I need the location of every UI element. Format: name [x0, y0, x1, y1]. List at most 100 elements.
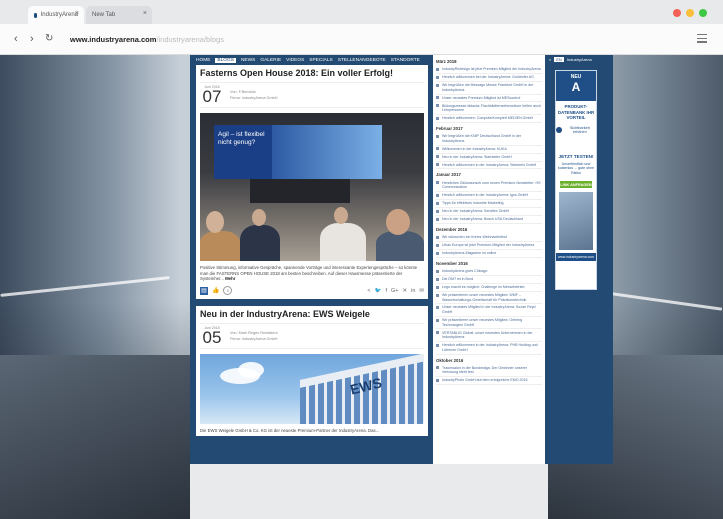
email-icon[interactable]: ✉ — [419, 288, 424, 294]
post-title[interactable]: Neu in der IndustryArena: EWS Weigele — [200, 309, 424, 319]
bullet-icon — [436, 269, 439, 273]
like-icon[interactable]: 👍 — [212, 287, 219, 294]
archive-link[interactable]: Wir wünschen ein frohes Weihnachtsfest — [436, 234, 542, 242]
post-company[interactable]: Firma: IndustryArena GmbH — [230, 95, 277, 101]
bullet-icon — [436, 331, 439, 335]
archive-link[interactable]: Die DMT ist in Bord — [436, 276, 542, 284]
ad-logo: NEU A — [556, 71, 596, 101]
xing-icon[interactable]: ✕ — [403, 288, 408, 294]
nav-item-stellenangebote[interactable]: STELLENANGEBOTE — [338, 58, 386, 63]
product-database-ad[interactable]: NEU A PRODUKT-DATENBANK IHR VORTEIL Sich… — [555, 70, 597, 290]
archive-link[interactable]: Neu in der IndustryArena: Sensitec GmbH — [436, 208, 542, 216]
archive-link-text: Bildungsmesse didacta: Flachbildfernsehm… — [442, 103, 541, 113]
archive-link[interactable]: Tipps für effektives Industrie Marketing — [436, 200, 542, 208]
archive-link[interactable]: Wir präsentieren unser neuestes Mitglied… — [436, 292, 542, 305]
language-switch[interactable]: EN — [554, 56, 564, 62]
light-streak — [0, 276, 170, 297]
archive-month-heading[interactable]: November 2016 — [436, 261, 542, 266]
archive-link-text: Willkommen in der IndustryArena: KUKA — [442, 146, 507, 151]
nav-item-galerie[interactable]: GALERIE — [260, 58, 281, 63]
archive-link[interactable]: Unser neuestes Premium-Mitglied ist MESc… — [436, 95, 542, 103]
archive-link[interactable]: IndustryArena-Magazine ist online — [436, 250, 542, 258]
post-image-conference[interactable]: Agil – ist flexibel nicht genug? — [200, 113, 424, 261]
archive-link[interactable]: Unser neuestes Mitglied in der IndustryA… — [436, 304, 542, 317]
archive-link[interactable]: Herzlich willkommen in der IndustryArena… — [436, 342, 542, 355]
brand-logo[interactable]: IndustryArena — [567, 57, 592, 62]
archive-month-heading[interactable]: Januar 2017 — [436, 172, 542, 177]
archive-link[interactable]: Wir begrüßen die Messago Messe Frankfurt… — [436, 82, 542, 95]
archive-link[interactable]: Herzlich willkommen bei der IndustryAren… — [436, 74, 542, 82]
google-plus-icon[interactable]: G+ — [391, 288, 399, 294]
linkedin-icon[interactable]: in — [411, 288, 415, 294]
ad-logo-mark: A — [571, 80, 581, 94]
archive-link[interactable]: Herzliches Glückwunsch zum neuen Premium… — [436, 179, 542, 193]
post-image-building[interactable]: EWS — [200, 353, 424, 424]
archive-link-text: IndustryRedesign ist jetzt Premium-Mitgl… — [442, 67, 541, 72]
archive-link[interactable]: Neu in der IndustryArena: Starrseiler Gm… — [436, 154, 542, 162]
nav-item-home[interactable]: HOME — [196, 58, 210, 63]
archive-link[interactable]: Herzlich willkommen: ComputerKomplett ME… — [436, 115, 542, 123]
archive-link-text: Herzlich willkommen: ComputerKomplett ME… — [442, 116, 534, 121]
tab-new[interactable]: New Tab × — [86, 6, 152, 24]
archive-month-heading[interactable]: Oktober 2016 — [436, 358, 542, 363]
address-bar[interactable]: www.industryarena.com /industryarena/blo… — [70, 32, 670, 46]
back-icon[interactable]: ‹ — [14, 33, 18, 45]
archive-link[interactable]: Lego macht es möglich: Challenge im Mess… — [436, 284, 542, 292]
window-minimize-button[interactable] — [686, 9, 694, 17]
archive-link[interactable]: Traumsalon in der Bundesliga: Der Gewinn… — [436, 365, 542, 378]
post-title[interactable]: Fasterns Open House 2018: Ein voller Erf… — [200, 68, 424, 78]
browser-window: IndustryArena × New Tab × ‹ › ↻ www.indu… — [0, 0, 723, 519]
archive-month-heading[interactable]: Dezember 2016 — [436, 227, 542, 232]
bullet-icon — [436, 285, 439, 289]
forward-icon[interactable]: › — [30, 33, 34, 45]
bullet-icon — [436, 147, 439, 151]
tab-strip: IndustryArena × New Tab × — [0, 0, 723, 24]
archive-link[interactable]: Herzlich willkommen in der IndustryArena… — [436, 192, 542, 200]
archive-link[interactable]: Neu in der IndustryArena: Bosch USA Deut… — [436, 216, 542, 224]
post-meta: Juni 2018 07 Von: F.Bertoldo Firma: Indu… — [200, 82, 424, 108]
archive-month-heading[interactable]: März 2018 — [436, 59, 542, 64]
post-day: 05 — [202, 327, 222, 347]
bullet-icon — [436, 209, 439, 213]
tab-industryarena[interactable]: IndustryArena × — [28, 6, 84, 24]
nav-item-standorte[interactable]: STANDORTE — [391, 58, 420, 63]
nav-item-videos[interactable]: VIDEOS — [286, 58, 304, 63]
archive-link[interactable]: Wir begrüßen die KNIP Deutschland GmbH i… — [436, 133, 542, 146]
window-maximize-button[interactable] — [699, 9, 707, 17]
ad-check: Sichtbarkeit erhöhen — [556, 126, 596, 134]
read-more-link[interactable]: Mehr — [225, 276, 235, 281]
reload-icon[interactable]: ↻ — [45, 33, 53, 45]
search-icon[interactable]: ⌕ — [549, 57, 551, 62]
window-close-button[interactable] — [673, 9, 681, 17]
ad-footer[interactable]: www.industryarena.com — [556, 253, 596, 261]
tab-close-icon[interactable]: × — [75, 10, 79, 17]
archive-link-text: Neu in der IndustryArena: Bosch USA Deut… — [442, 217, 524, 222]
archive-month-heading[interactable]: Februar 2017 — [436, 126, 542, 131]
post-excerpt: Positive Stimmung, informative Gespräche… — [200, 265, 424, 282]
audience-head — [252, 209, 266, 226]
archive-link[interactable]: VERTABLIG Global: unser neuestes Unterne… — [436, 329, 542, 342]
facebook-icon[interactable]: f — [385, 288, 387, 294]
archive-link[interactable]: Wir präsentieren unser neuestes Mitglied… — [436, 317, 542, 330]
archive-link[interactable]: Ulvac Europe ist jetzt Premium-Mitglied … — [436, 242, 542, 250]
ad-request-button[interactable]: LINK ANFRAGEN — [560, 181, 592, 188]
comment-count: 0 — [223, 286, 233, 296]
archive-link[interactable]: IndustryPhoto GmbH auf dem erfolgreiche … — [436, 377, 542, 386]
archive-link-text: Unser neuestes Mitglied in der IndustryA… — [442, 305, 536, 315]
share-icon[interactable]: < — [367, 288, 370, 294]
comment-icon[interactable]: ▤ — [200, 286, 208, 295]
nav-item-news[interactable]: NEWS — [241, 58, 255, 63]
hamburger-menu-icon[interactable] — [697, 34, 707, 45]
archive-link[interactable]: Herzlich willkommen in der IndustryArena… — [436, 162, 542, 170]
archive-link[interactable]: Bildungsmesse didacta: Flachbildfernsehm… — [436, 102, 542, 116]
archive-link[interactable]: IndustryArena goes Chicago — [436, 268, 542, 276]
twitter-icon[interactable]: 🐦 — [375, 288, 382, 294]
post-company[interactable]: Firma: IndustryArena GmbH — [230, 336, 278, 342]
tab-close-icon[interactable]: × — [143, 10, 147, 17]
post-excerpt: Die EWS Weigele GmbH & Co. KG ist der ne… — [200, 427, 380, 433]
archive-link[interactable]: IndustryRedesign ist jetzt Premium-Mitgl… — [436, 66, 542, 74]
nav-item-specials[interactable]: SPECIALS — [309, 58, 332, 63]
nav-item-blogs[interactable]: BLOGS — [215, 57, 236, 63]
post-author[interactable]: Von: Mark Regen Redakteur — [230, 330, 278, 336]
archive-link[interactable]: Willkommen in der IndustryArena: KUKA — [436, 146, 542, 154]
